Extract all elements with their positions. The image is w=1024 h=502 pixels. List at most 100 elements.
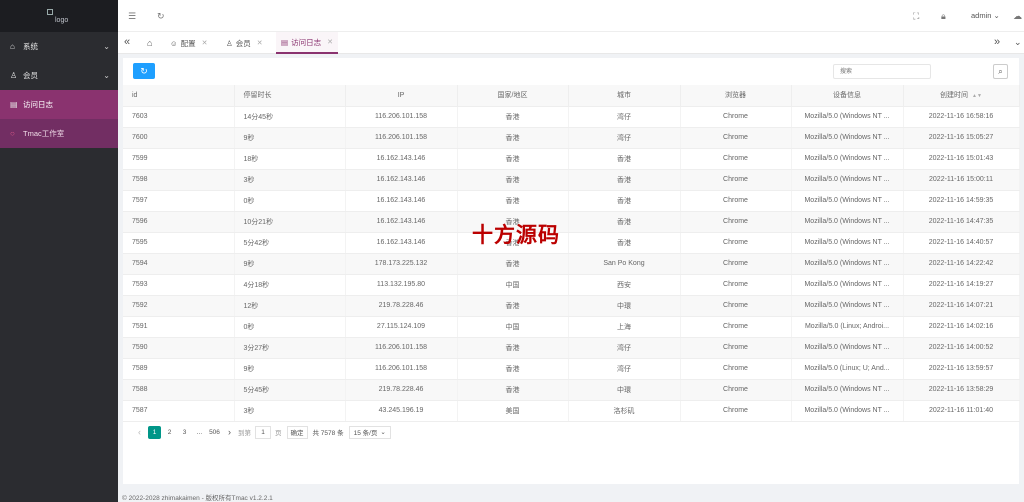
next-page-icon[interactable]: › [223, 426, 236, 439]
cell-ip: 16.162.143.146 [345, 169, 458, 191]
cell-country: 香港 [457, 337, 569, 359]
tabs-scroll-right-icon[interactable]: » [994, 36, 1000, 48]
table-row[interactable]: 7595 5分42秒 16.162.143.146 香港 香港 Chrome Mozilla… [123, 232, 1020, 254]
table-row[interactable]: 7587 3秒 43.245.196.19 美国 洛杉矶 Chrome Mozilla/5.… [123, 400, 1020, 422]
cell-created: 2022-11-16 14:22:42 [903, 253, 1020, 275]
home-icon: ⌂ [10, 42, 15, 51]
cell-browser: Chrome [680, 211, 792, 233]
goto-label: 到第 [238, 430, 251, 437]
user-menu[interactable]: admin ⌄ [971, 11, 1000, 20]
sidebar-item-label: 访问日志 [23, 100, 53, 109]
column-header-created[interactable]: 创建时间 ▲▼ [903, 85, 1020, 107]
cell-created: 2022-11-16 13:58:29 [903, 379, 1020, 401]
search-input[interactable] [833, 64, 931, 79]
cell-city: 中環 [568, 295, 681, 317]
table-row[interactable]: 7591 0秒 27.115.124.109 中国 上海 Chrome Mozilla/5.… [123, 316, 1020, 338]
page-size-select[interactable]: 15 条/页 ⌄ [348, 425, 391, 439]
cell-id: 7599 [123, 148, 235, 170]
page-list: 1 2 3... 506 [148, 425, 223, 439]
column-header-ip[interactable]: IP [345, 85, 458, 107]
cell-country: 香港 [457, 253, 569, 275]
cell-id: 7592 [123, 295, 235, 317]
column-header-duration[interactable]: 停留时长 [234, 85, 346, 107]
page-button[interactable]: 506 [208, 426, 221, 439]
menu-fold-icon[interactable]: ☰ [128, 11, 136, 22]
cell-city: 香港 [568, 148, 681, 170]
cell-city: 香港 [568, 190, 681, 212]
table-row[interactable]: 7600 9秒 116.206.101.158 香港 湾仔 Chrome Mozilla/5… [123, 127, 1020, 149]
table-row[interactable]: 7596 10分21秒 16.162.143.146 香港 香港 Chrome Mozill… [123, 211, 1020, 233]
table-row[interactable]: 7589 9秒 116.206.101.158 香港 湾仔 Chrome Mozilla/5… [123, 358, 1020, 380]
refresh-icon[interactable]: ↻ [157, 11, 165, 22]
close-icon[interactable]: ✕ [327, 38, 333, 46]
chevron-down-icon[interactable]: ⌄ [1014, 37, 1022, 48]
close-icon[interactable]: ✕ [257, 39, 263, 47]
table-row[interactable]: 7603 14分45秒 116.206.101.158 香港 湾仔 Chrome Mozil… [123, 106, 1020, 128]
cell-duration: 0秒 [234, 190, 346, 212]
table-row[interactable]: 7593 4分18秒 113.132.195.80 中国 西安 Chrome Mozilla… [123, 274, 1020, 296]
smile-icon: ☺ [170, 38, 178, 48]
cell-ip: 116.206.101.158 [345, 337, 458, 359]
user-icon: ♙ [226, 38, 233, 48]
lock-icon[interactable]: 🔒︎ [941, 11, 946, 22]
tab-home[interactable]: ⌂ [147, 32, 152, 54]
tabs-scroll-left-icon[interactable]: « [124, 36, 130, 48]
tab-bar: « ⌂ ☺ 配置 ✕ ♙ 会员 ✕ ▤ 访问日志 ✕ » ⌄ [118, 32, 1024, 54]
cell-id: 7591 [123, 316, 235, 338]
cell-device: Mozilla/5.0 (Windows NT ... [791, 190, 904, 212]
access-log-panel: ↻ ⌕ id 停留时长 IP 国家/地区 城市 浏览器 设备信息 创建时间▲▼ … [123, 58, 1020, 484]
goto-confirm-button[interactable]: 确定 [286, 425, 308, 439]
cell-city: 湾仔 [568, 337, 681, 359]
table-row[interactable]: 7599 18秒 16.162.143.146 香港 香港 Chrome Mozilla/5… [123, 148, 1020, 170]
close-icon[interactable]: ✕ [202, 39, 208, 47]
cell-city: 湾仔 [568, 106, 681, 128]
sidebar-item-access-log[interactable]: ▤ 访问日志 [0, 90, 118, 119]
cell-duration: 5分45秒 [234, 379, 346, 401]
theme-icon[interactable]: ☁ [1013, 11, 1022, 22]
cell-browser: Chrome [680, 232, 792, 254]
cell-browser: Chrome [680, 169, 792, 191]
prev-page-icon[interactable]: ‹ [133, 426, 146, 439]
broken-image-icon [47, 9, 53, 15]
page-button[interactable]: 1 [148, 425, 161, 439]
tab-access-log[interactable]: ▤ 访问日志 ✕ [276, 32, 338, 54]
page-button[interactable]: 3 [178, 426, 191, 439]
tab-member[interactable]: ♙ 会员 ✕ [226, 32, 263, 54]
sidebar-item-tmac-studio[interactable]: ○ Tmac工作室 [0, 119, 118, 148]
table-row[interactable]: 7597 0秒 16.162.143.146 香港 香港 Chrome Mozilla/5.… [123, 190, 1020, 212]
column-header-device[interactable]: 设备信息 [791, 85, 904, 107]
sidebar-item-member[interactable]: ♙ 会员 ⌄ [0, 61, 118, 90]
cell-ip: 16.162.143.146 [345, 232, 458, 254]
fullscreen-icon[interactable]: ⛶ [913, 11, 919, 22]
sidebar-item-system[interactable]: ⌂ 系统 ⌄ [0, 32, 118, 61]
search-button[interactable]: ⌕ [993, 64, 1008, 79]
cell-created: 2022-11-16 13:59:57 [903, 358, 1020, 380]
cell-browser: Chrome [680, 316, 792, 338]
logo-area[interactable]: logo [0, 0, 118, 32]
sidebar-item-label: Tmac工作室 [23, 129, 65, 138]
cell-browser: Chrome [680, 190, 792, 212]
column-header-browser[interactable]: 浏览器 [680, 85, 792, 107]
table-row[interactable]: 7590 3分27秒 116.206.101.158 香港 湾仔 Chrome Mozill… [123, 337, 1020, 359]
table-row[interactable]: 7592 12秒 219.78.228.46 香港 中環 Chrome Mozilla/5.… [123, 295, 1020, 317]
cell-device: Mozilla/5.0 (Linux; U; And... [791, 358, 904, 380]
cell-id: 7589 [123, 358, 235, 380]
refresh-button[interactable]: ↻ [133, 63, 155, 79]
tab-label: 配置 [180, 38, 196, 48]
cell-country: 香港 [457, 358, 569, 380]
column-header-city[interactable]: 城市 [568, 85, 681, 107]
log-icon: ▤ [281, 37, 289, 47]
cell-duration: 0秒 [234, 316, 346, 338]
sort-icon[interactable]: ▲▼ [972, 93, 982, 99]
page-button[interactable]: 2 [163, 426, 176, 439]
cell-id: 7595 [123, 232, 235, 254]
goto-page-input[interactable]: 1 [255, 425, 271, 439]
column-header-id[interactable]: id [123, 85, 235, 107]
cell-ip: 219.78.228.46 [345, 295, 458, 317]
table-row[interactable]: 7588 5分45秒 219.78.228.46 香港 中環 Chrome Mozilla/… [123, 379, 1020, 401]
cell-id: 7594 [123, 253, 235, 275]
table-row[interactable]: 7598 3秒 16.162.143.146 香港 香港 Chrome Mozilla/5.… [123, 169, 1020, 191]
tab-config[interactable]: ☺ 配置 ✕ [170, 32, 208, 54]
column-header-country[interactable]: 国家/地区 [457, 85, 569, 107]
table-row[interactable]: 7594 9秒 178.173.225.132 香港 San Po Kong Chrome… [123, 253, 1020, 275]
